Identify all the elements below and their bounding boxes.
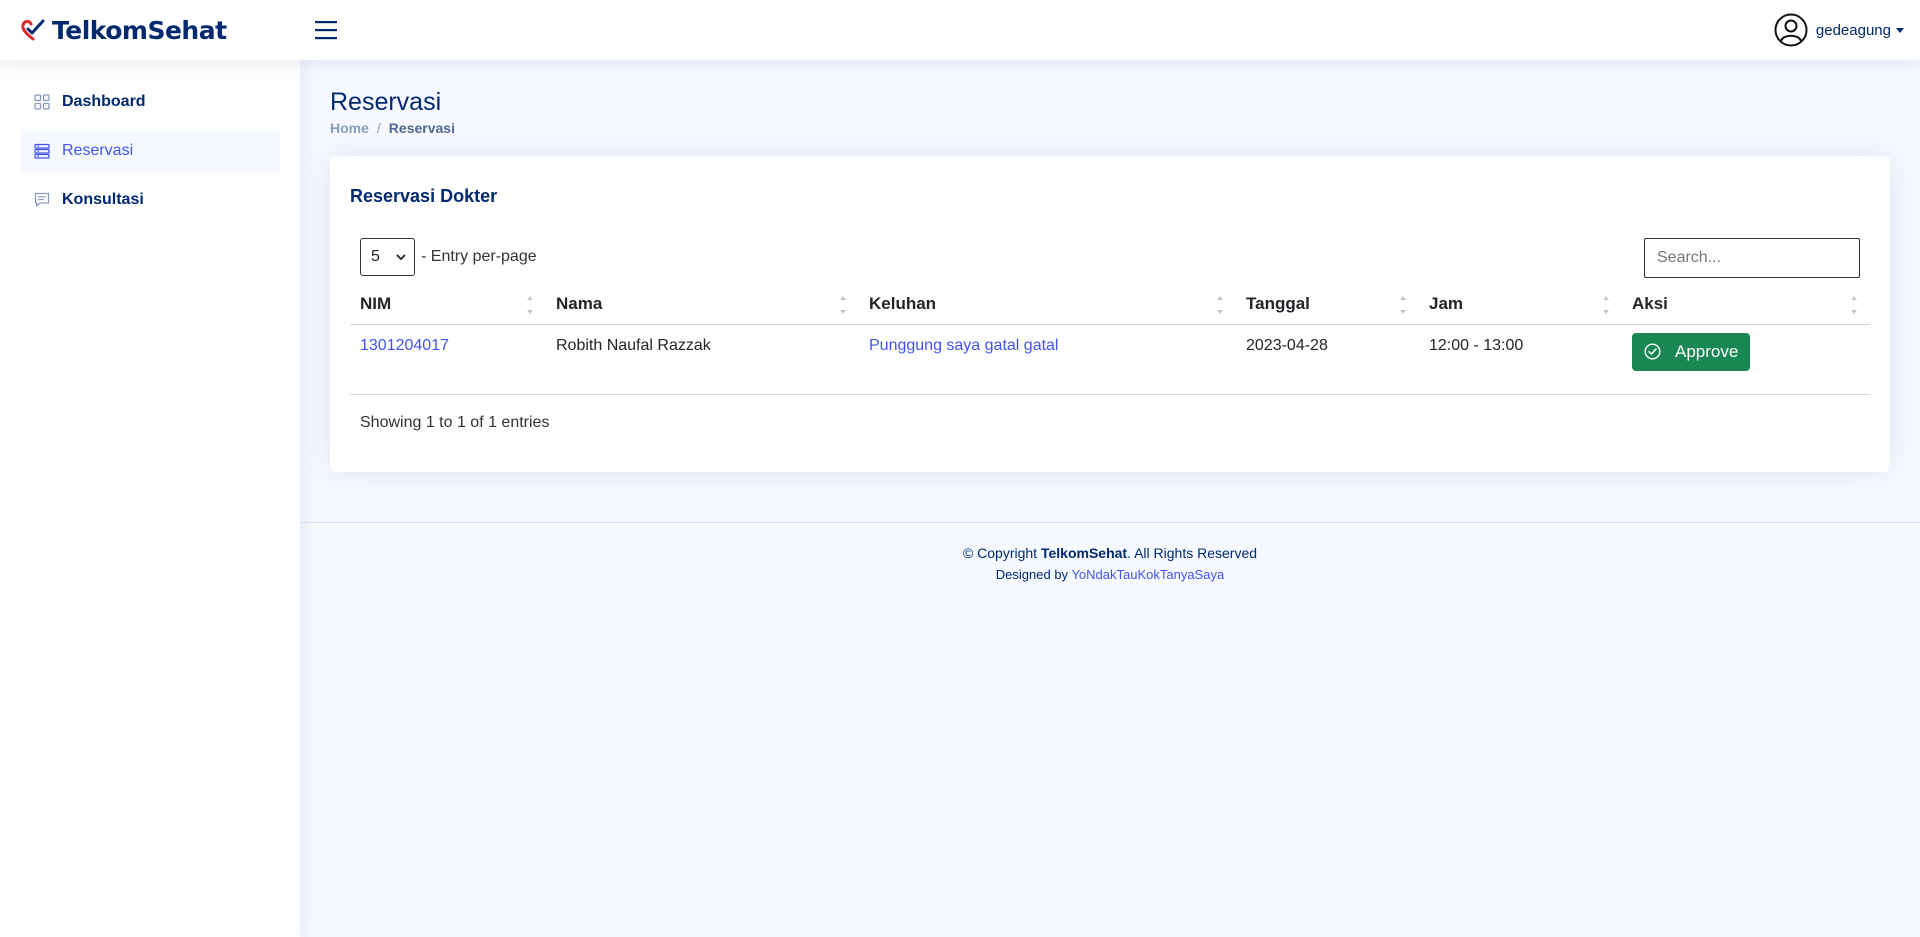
- footer: © Copyright TelkomSehat. All Rights Rese…: [300, 522, 1920, 592]
- cell-nama: Robith Naufal Razzak: [546, 324, 859, 395]
- heart-check-logo-icon: [21, 19, 45, 41]
- check-circle-icon: [1644, 343, 1661, 360]
- keluhan-link[interactable]: Punggung saya gatal gatal: [869, 337, 1058, 354]
- profile-username: gedeagung: [1815, 21, 1891, 39]
- sort-icon: [1400, 296, 1406, 314]
- column-header-tanggal[interactable]: Tanggal: [1236, 284, 1419, 325]
- sidebar-item-dashboard[interactable]: Dashboard: [20, 80, 280, 124]
- column-header-nama[interactable]: Nama: [546, 284, 859, 325]
- approve-button[interactable]: Approve: [1632, 332, 1751, 371]
- column-header-aksi[interactable]: Aksi: [1622, 284, 1870, 325]
- reservation-card: Reservasi Dokter 5 - Entry per-page NIM: [330, 156, 1890, 472]
- column-header-keluhan[interactable]: Keluhan: [859, 284, 1236, 325]
- breadcrumb: Home / Reservasi: [330, 120, 455, 136]
- chevron-down-icon: [1896, 27, 1904, 33]
- top-header: TelkomSehat gedeagung: [0, 0, 1920, 60]
- cell-aksi: Approve: [1622, 324, 1870, 395]
- reservation-table: NIM Nama Keluhan Tanggal Jam Aksi 130120…: [350, 284, 1870, 395]
- column-header-jam[interactable]: Jam: [1419, 284, 1622, 325]
- cell-keluhan: Punggung saya gatal gatal: [859, 324, 1236, 395]
- cell-jam: 12:00 - 13:00: [1419, 324, 1622, 395]
- column-header-nim[interactable]: NIM: [350, 284, 546, 325]
- sidebar-item-label: Reservasi: [62, 142, 134, 159]
- hamburger-menu-icon[interactable]: [313, 18, 339, 42]
- card-title: Reservasi Dokter: [350, 186, 498, 206]
- breadcrumb-home[interactable]: Home: [330, 120, 369, 136]
- sidebar-item-reservasi[interactable]: Reservasi: [20, 129, 280, 173]
- grid-icon: [34, 94, 50, 110]
- sort-icon: [1603, 296, 1609, 314]
- cell-tanggal: 2023-04-28: [1236, 324, 1419, 395]
- sidebar-item-konsultasi[interactable]: Konsultasi: [20, 178, 280, 222]
- sidebar-item-label: Dashboard: [62, 93, 146, 110]
- sidebar-item-label: Konsultasi: [62, 191, 144, 208]
- user-avatar-icon: [1774, 13, 1808, 47]
- brand-logo[interactable]: TelkomSehat: [20, 14, 227, 46]
- breadcrumb-current: Reservasi: [388, 120, 455, 136]
- nim-link[interactable]: 1301204017: [360, 337, 449, 354]
- per-page-label: - Entry per-page: [421, 248, 537, 265]
- page-title: Reservasi: [330, 88, 442, 116]
- sort-icon: [1851, 296, 1857, 314]
- sort-icon: [1217, 296, 1223, 314]
- cell-nim: 1301204017: [350, 324, 546, 395]
- sort-icon: [840, 296, 846, 314]
- approve-button-label: Approve: [1675, 341, 1739, 361]
- breadcrumb-separator: /: [376, 120, 381, 136]
- copyright-text: © Copyright TelkomSehat. All Rights Rese…: [962, 545, 1258, 561]
- per-page-control: 5 - Entry per-page: [360, 238, 537, 276]
- list-icon: [34, 143, 50, 159]
- brand-name: TelkomSehat: [52, 15, 227, 45]
- copyright-brand: TelkomSehat: [1040, 545, 1128, 561]
- main-content: Reservasi Home / Reservasi Reservasi Dok…: [300, 60, 1920, 937]
- profile-dropdown[interactable]: gedeagung: [1774, 12, 1904, 48]
- credits-text: Designed by YoNdakTauKokTanyaSaya: [995, 567, 1225, 582]
- search-input[interactable]: [1644, 238, 1860, 278]
- table-header-row: NIM Nama Keluhan Tanggal Jam Aksi: [350, 284, 1870, 325]
- per-page-value: 5: [371, 248, 380, 265]
- chat-icon: [34, 192, 50, 207]
- chevron-down-icon: [396, 254, 406, 261]
- table-info: Showing 1 to 1 of 1 entries: [360, 414, 550, 431]
- sidebar: Dashboard Reservasi Konsultasi: [0, 60, 300, 937]
- per-page-select[interactable]: 5: [360, 238, 415, 276]
- table-row: 1301204017 Robith Naufal Razzak Punggung…: [350, 324, 1870, 395]
- designer-link[interactable]: YoNdakTauKokTanyaSaya: [1071, 567, 1224, 582]
- sort-icon: [527, 296, 533, 314]
